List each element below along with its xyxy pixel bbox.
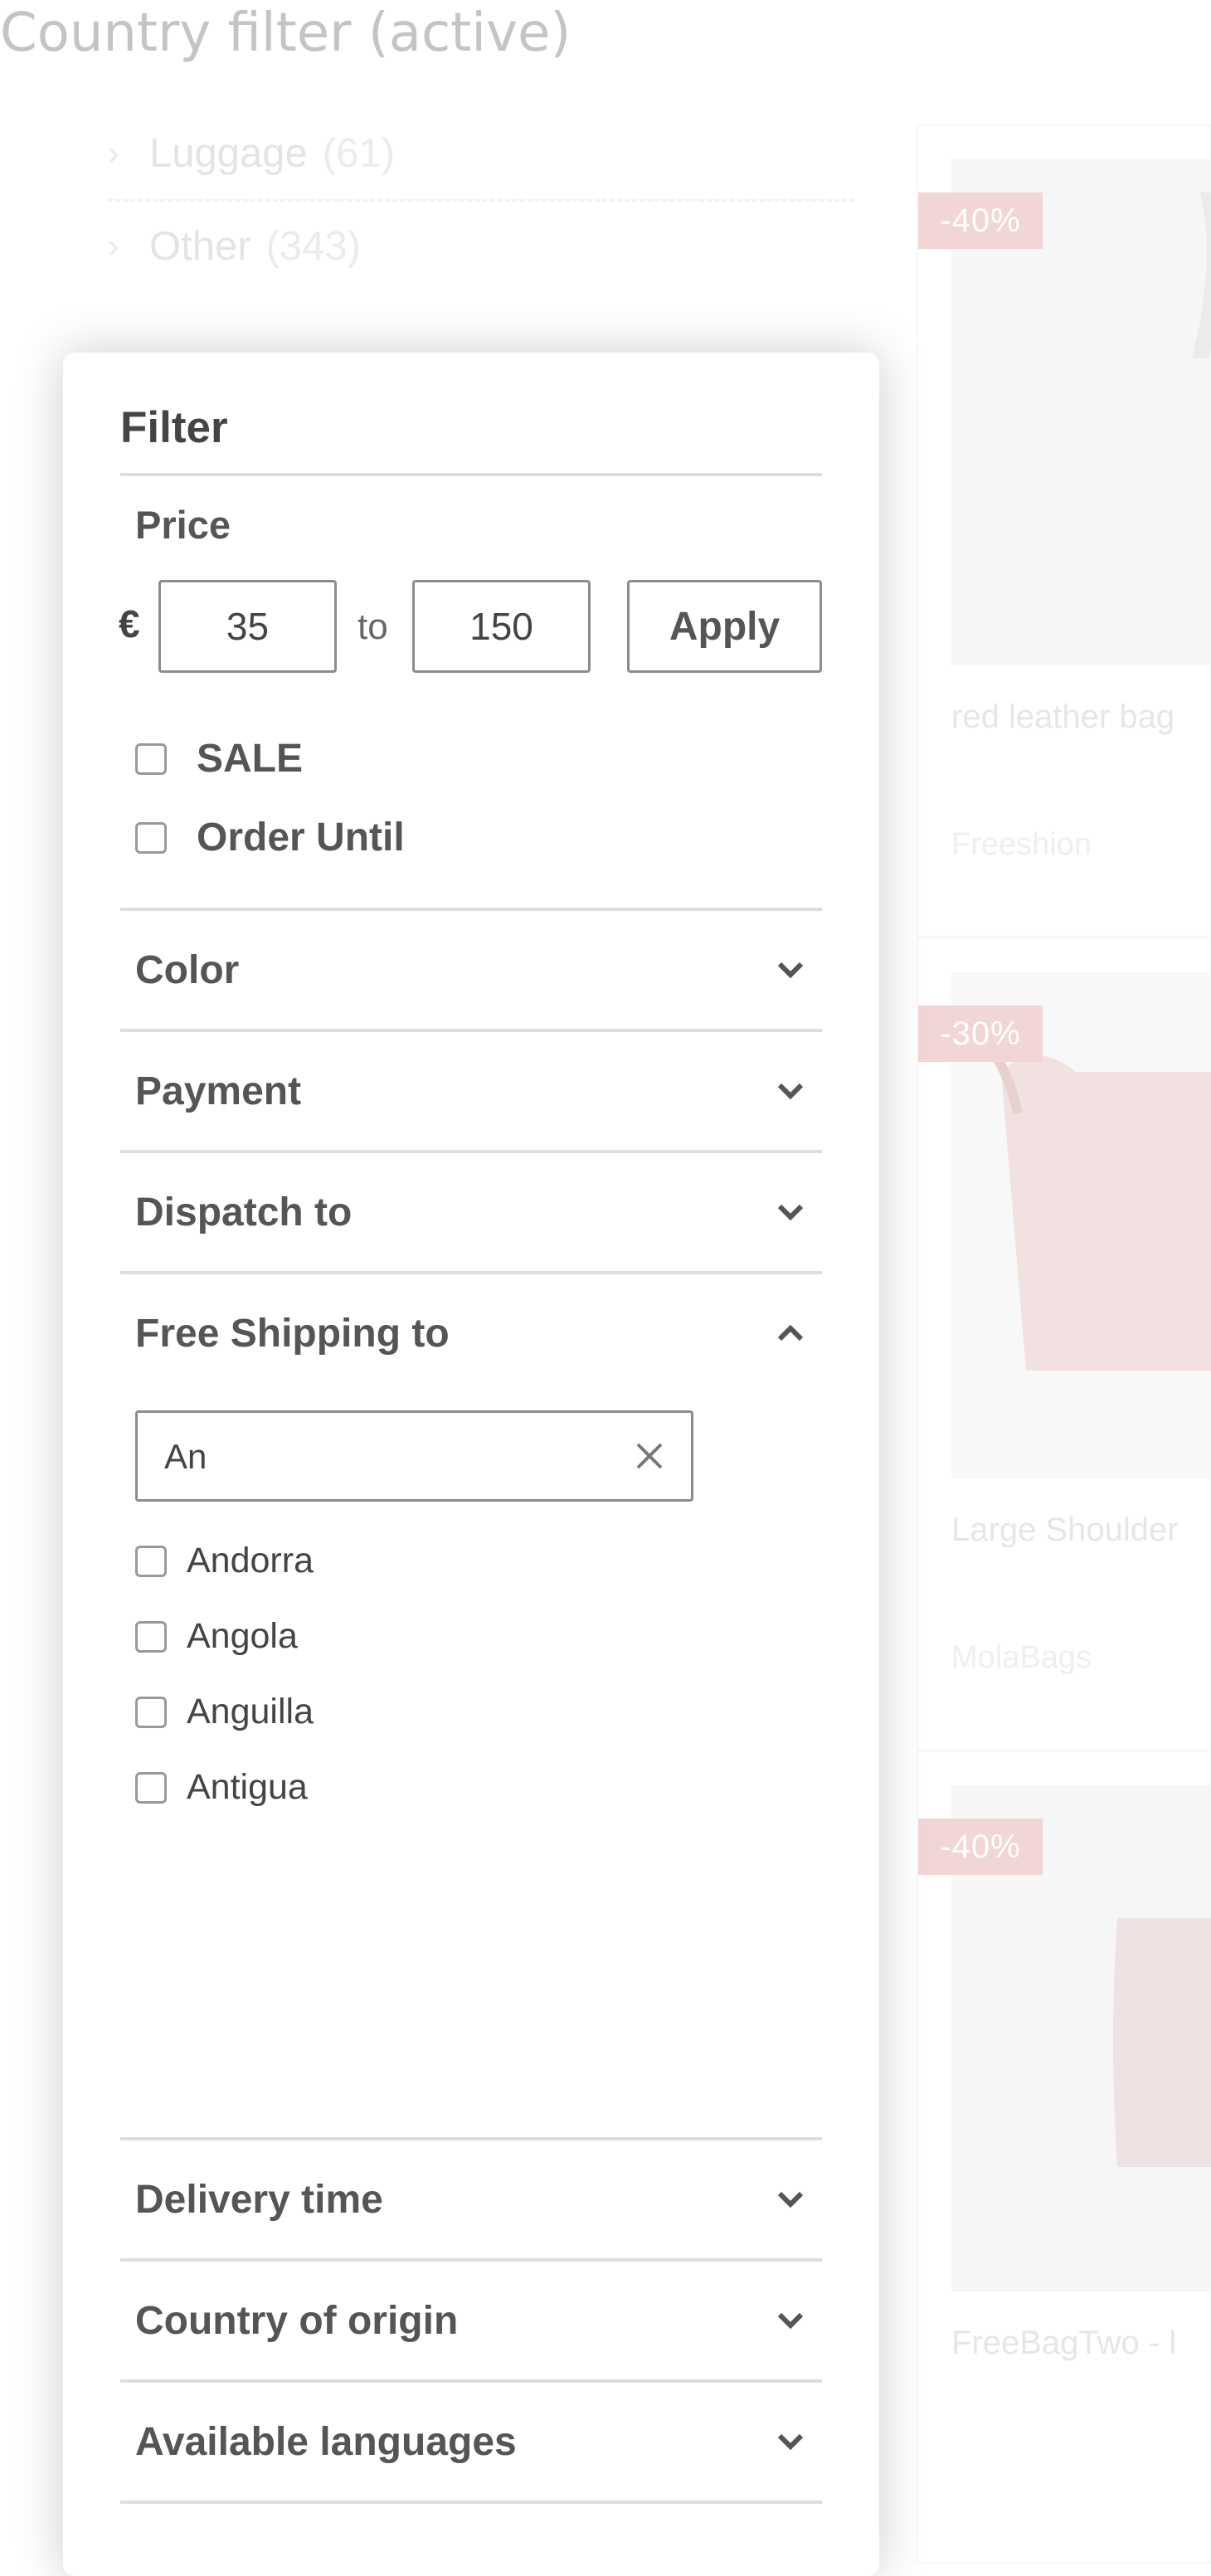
sale-checkbox[interactable]	[135, 743, 167, 775]
chevron-right-icon: ›	[108, 134, 119, 172]
section-title: Free Shipping to	[135, 1311, 450, 1356]
section-title: Delivery time	[135, 2177, 383, 2222]
country-label: Anguilla	[187, 1692, 314, 1731]
chevron-down-icon[interactable]	[771, 2301, 810, 2340]
product-card[interactable]: -40% red leather bag Freeshion	[917, 124, 1211, 937]
chevron-down-icon[interactable]	[771, 950, 810, 990]
country-option[interactable]: Anguilla	[135, 1692, 314, 1732]
category-item-other[interactable]: › Other (343)	[108, 201, 854, 292]
section-free-shipping-to[interactable]: Free Shipping to	[120, 1274, 822, 1392]
apply-button[interactable]: Apply	[627, 580, 822, 673]
chevron-down-icon[interactable]	[771, 1071, 810, 1111]
order-until-checkbox-row[interactable]: Order Until	[135, 815, 405, 860]
discount-badge: -40%	[918, 1819, 1043, 1875]
country-checkbox[interactable]	[135, 1545, 167, 1577]
section-available-languages[interactable]: Available languages	[120, 2383, 822, 2501]
filter-panel: Filter Price € to Apply SALE Order Until…	[63, 353, 879, 2576]
section-title: Color	[135, 947, 240, 992]
country-label: Angola	[187, 1616, 298, 1656]
section-dispatch-to[interactable]: Dispatch to	[120, 1153, 822, 1271]
section-title: Dispatch to	[135, 1190, 353, 1234]
category-label: Other	[149, 224, 251, 269]
price-label: Price	[135, 503, 231, 547]
category-item-luggage[interactable]: › Luggage (61)	[108, 108, 854, 199]
price-separator: to	[357, 606, 388, 647]
sale-checkbox-row[interactable]: SALE	[135, 736, 303, 782]
product-card[interactable]: -30% Large Shoulder MolaBags	[917, 937, 1211, 1751]
chevron-right-icon: ›	[108, 227, 119, 265]
country-search-field[interactable]	[135, 1410, 693, 1502]
country-option[interactable]: Angola	[135, 1616, 298, 1657]
product-card[interactable]: -40% FreeBagTwo - l	[917, 1751, 1211, 2564]
country-checkbox[interactable]	[135, 1696, 167, 1728]
currency-symbol: €	[119, 602, 140, 645]
close-icon[interactable]	[631, 1438, 668, 1474]
country-label: Andorra	[187, 1541, 314, 1580]
product-title[interactable]: Large Shoulder	[951, 1512, 1179, 1549]
product-shop[interactable]: MolaBags	[951, 1640, 1092, 1676]
country-search-input[interactable]	[138, 1413, 630, 1501]
filter-title: Filter	[120, 403, 228, 452]
section-color[interactable]: Color	[120, 911, 822, 1029]
category-label: Luggage	[149, 131, 308, 176]
section-delivery-time[interactable]: Delivery time	[120, 2140, 822, 2258]
section-title: Available languages	[135, 2419, 517, 2464]
sale-label: SALE	[197, 737, 304, 781]
divider	[120, 2501, 822, 2504]
order-until-label: Order Until	[197, 816, 405, 859]
price-min-input[interactable]	[158, 580, 337, 673]
country-option[interactable]: Antigua	[135, 1767, 308, 1808]
country-option[interactable]: Andorra	[135, 1541, 314, 1581]
category-count: (343)	[265, 224, 361, 269]
section-country-of-origin[interactable]: Country of origin	[120, 2262, 822, 2379]
country-checkbox[interactable]	[135, 1620, 167, 1653]
divider	[120, 473, 822, 476]
section-title: Payment	[135, 1069, 302, 1113]
section-payment[interactable]: Payment	[120, 1032, 822, 1150]
chevron-down-icon[interactable]	[771, 2422, 810, 2462]
product-title[interactable]: red leather bag	[951, 699, 1175, 736]
order-until-checkbox[interactable]	[135, 821, 167, 854]
discount-badge: -30%	[918, 1006, 1043, 1062]
product-title[interactable]: FreeBagTwo - l	[951, 2325, 1176, 2362]
product-shop[interactable]: Freeshion	[951, 827, 1092, 863]
chevron-up-icon[interactable]	[771, 1313, 810, 1353]
discount-badge: -40%	[918, 192, 1043, 249]
country-label: Antigua	[187, 1767, 308, 1807]
chevron-down-icon[interactable]	[771, 1192, 810, 1232]
category-count: (61)	[322, 131, 395, 176]
section-title: Country of origin	[135, 2298, 459, 2343]
price-max-input[interactable]	[412, 580, 591, 673]
country-checkbox[interactable]	[135, 1771, 167, 1804]
chevron-down-icon[interactable]	[771, 2179, 810, 2219]
